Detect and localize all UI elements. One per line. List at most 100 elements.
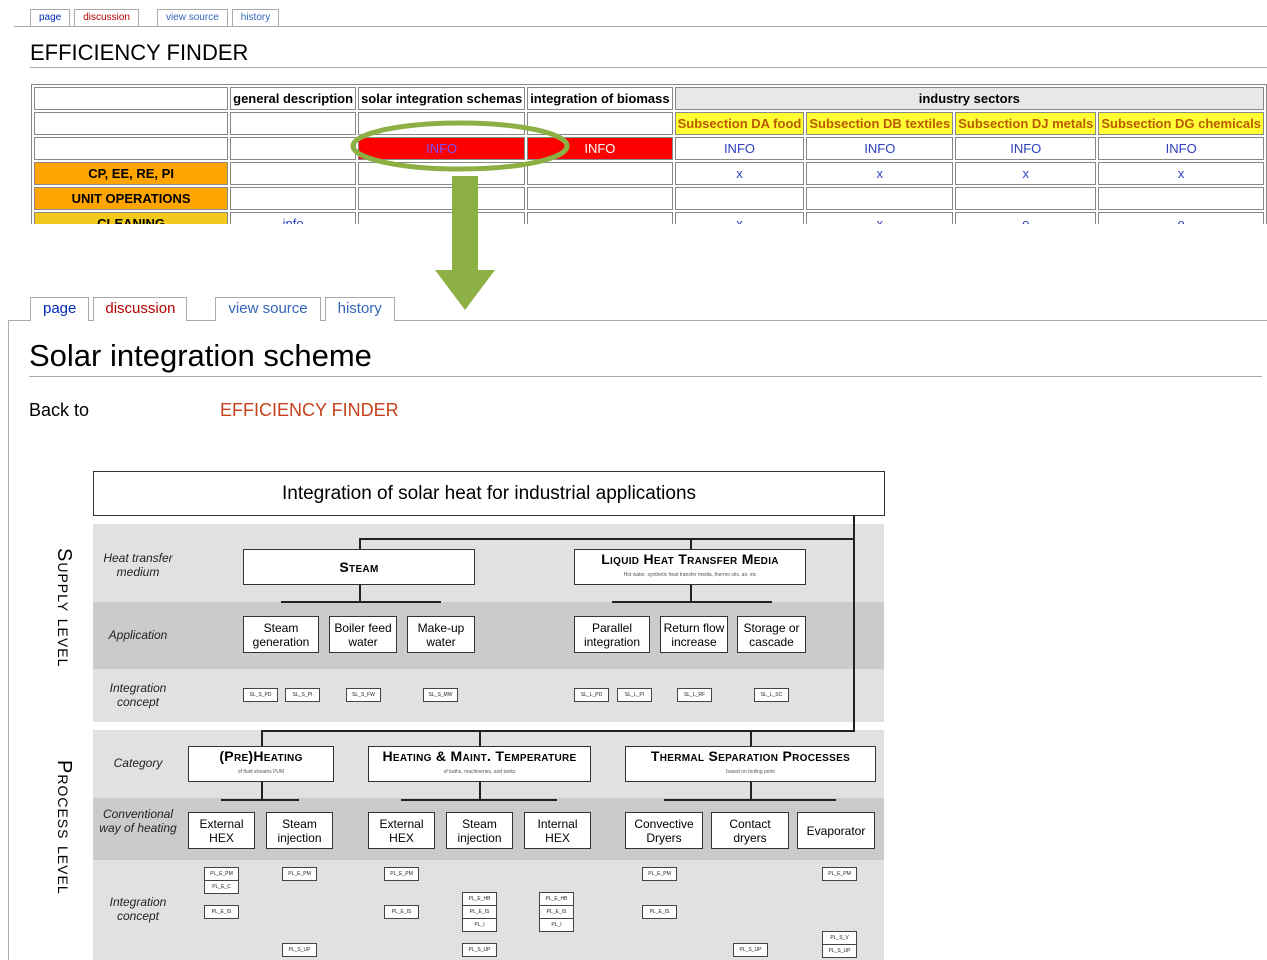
subsection-link[interactable]: Subsection DJ metals bbox=[955, 112, 1097, 135]
conv-box: External HEX bbox=[188, 812, 255, 849]
concept-box: PL_E_PM bbox=[282, 867, 317, 881]
connector bbox=[261, 782, 263, 799]
conv-box: Steam injection bbox=[266, 812, 333, 849]
concept-box: SL_S_FW bbox=[346, 688, 381, 702]
concept-box: PL_I bbox=[539, 918, 574, 932]
concept-box: SL_L_RF bbox=[677, 688, 712, 702]
concept-box: PL_E_IS bbox=[462, 905, 497, 919]
tab-view-source[interactable]: view source bbox=[215, 297, 321, 321]
thermal-sublabel: based on boiling point bbox=[726, 769, 775, 775]
row-label-integration: Integration concept bbox=[109, 681, 167, 709]
concept-box: PL_S_UP bbox=[462, 943, 497, 957]
mark-link[interactable]: x bbox=[806, 212, 954, 224]
title-rule bbox=[29, 376, 1262, 377]
concept-box: PL_E_C bbox=[204, 880, 239, 894]
header-general-description: general description bbox=[230, 87, 357, 110]
thermal-box: Thermal Separation Processes based on bo… bbox=[625, 746, 876, 782]
solar-scheme-screenshot: page discussion view source history Sola… bbox=[0, 290, 1267, 960]
tab-view-source[interactable]: view source bbox=[156, 9, 228, 26]
efficiency-table: general description solar integration sc… bbox=[31, 84, 1267, 224]
preheating-label: (Pre)Heating bbox=[219, 748, 303, 764]
concept-box: PL_I bbox=[462, 918, 497, 932]
subsection-link[interactable]: Subsection DG chemicals bbox=[1098, 112, 1264, 135]
concept-box: SL_S_PD bbox=[243, 688, 278, 702]
concept-box: PL_E_HB bbox=[539, 892, 574, 906]
subsection-link[interactable]: Subsection DA food bbox=[674, 112, 805, 135]
app-return-flow: Return flow increase bbox=[660, 616, 728, 653]
concept-box: SL_L_PD bbox=[574, 688, 609, 702]
table-row: INFO INFO INFO INFO INFO INFO bbox=[34, 137, 1264, 160]
table-row: CLEANING info x x o o bbox=[34, 212, 1264, 224]
efficiency-finder-screenshot: page discussion view source history EFFI… bbox=[0, 0, 1267, 224]
app-parallel-integration: Parallel integration bbox=[574, 616, 650, 653]
heating-sublabel: of baths, machineries, and tanks bbox=[443, 769, 516, 775]
row-label: CLEANING bbox=[34, 212, 229, 224]
connector bbox=[261, 730, 263, 746]
table-row: general description solar integration sc… bbox=[34, 87, 1264, 110]
mark-link[interactable]: x bbox=[674, 162, 805, 185]
table-cell bbox=[230, 162, 357, 185]
tab-history[interactable]: history bbox=[231, 9, 280, 26]
concept-box: PL_E_PM bbox=[204, 867, 239, 881]
connector bbox=[261, 730, 855, 732]
liquid-box: Liquid Heat Transfer Media Hot water, sy… bbox=[574, 549, 806, 585]
info-link[interactable]: INFO bbox=[955, 137, 1097, 160]
header-biomass: integration of biomass bbox=[527, 87, 673, 110]
concept-box: PL_E_IS bbox=[204, 905, 239, 919]
row-label-heat-transfer: Heat transfer medium bbox=[103, 551, 173, 579]
mark-link[interactable]: o bbox=[1098, 212, 1264, 224]
page-border bbox=[8, 320, 9, 960]
connector bbox=[612, 601, 772, 603]
mark-link[interactable]: o bbox=[955, 212, 1097, 224]
info-link[interactable]: INFO bbox=[806, 137, 954, 160]
tab-page[interactable]: page bbox=[30, 297, 90, 321]
tab-discussion[interactable]: discussion bbox=[74, 9, 139, 26]
table-cell bbox=[674, 187, 805, 210]
mark-link[interactable]: x bbox=[806, 162, 954, 185]
table-cell bbox=[230, 187, 357, 210]
concept-box: SL_L_PI bbox=[617, 688, 652, 702]
conv-box: Steam injection bbox=[446, 812, 513, 849]
connector bbox=[221, 799, 299, 801]
connector bbox=[281, 601, 441, 603]
mark-link[interactable]: x bbox=[674, 212, 805, 224]
concept-box: SL_S_MW bbox=[423, 688, 458, 702]
conv-box: Internal HEX bbox=[524, 812, 591, 849]
info-link[interactable]: INFO bbox=[674, 137, 805, 160]
app-make-up-water: Make-up water bbox=[407, 616, 475, 653]
mark-link[interactable]: x bbox=[955, 162, 1097, 185]
app-steam-generation: Steam generation bbox=[243, 616, 319, 653]
preheating-box: (Pre)Heating of fluid streams PUM bbox=[188, 746, 334, 782]
tab-page[interactable]: page bbox=[30, 9, 71, 26]
concept-box: PL_E_IS bbox=[384, 905, 419, 919]
table-row: Subsection DA food Subsection DB textile… bbox=[34, 112, 1264, 135]
info-link[interactable]: INFO bbox=[1098, 137, 1264, 160]
connector bbox=[479, 782, 481, 799]
concept-box: PL_S_UP bbox=[733, 943, 768, 957]
top-tabs: page discussion view source history bbox=[30, 9, 283, 26]
steam-label: Steam bbox=[339, 559, 379, 575]
table-cell bbox=[527, 212, 673, 224]
tab-history[interactable]: history bbox=[324, 297, 395, 321]
table-cell bbox=[34, 112, 229, 135]
efficiency-finder-link[interactable]: EFFICIENCY FINDER bbox=[220, 400, 399, 421]
connector bbox=[664, 799, 836, 801]
info-link[interactable]: info bbox=[230, 212, 357, 224]
mark-link[interactable]: x bbox=[1098, 162, 1264, 185]
subsection-link[interactable]: Subsection DB textiles bbox=[806, 112, 954, 135]
table-row: CP, EE, RE, PI x x x x bbox=[34, 162, 1264, 185]
back-to-label: Back to bbox=[29, 400, 90, 420]
page-title: Solar integration scheme bbox=[29, 338, 372, 373]
concept-box: PL_S_UP bbox=[822, 944, 857, 958]
steam-box: Steam bbox=[243, 549, 475, 585]
title-rule bbox=[30, 67, 1267, 68]
preheating-sublabel: of fluid streams PUM bbox=[237, 769, 285, 775]
table-cell bbox=[527, 187, 673, 210]
concept-box: PL_E_PM bbox=[642, 867, 677, 881]
conv-box: Convective Dryers bbox=[625, 812, 703, 849]
concept-box: PL_S_V bbox=[822, 931, 857, 945]
heating-label: Heating & Maint. Temperature bbox=[382, 748, 577, 764]
table-cell bbox=[34, 137, 229, 160]
tab-discussion[interactable]: discussion bbox=[93, 297, 188, 321]
concept-box: PL_E_IS bbox=[539, 905, 574, 919]
